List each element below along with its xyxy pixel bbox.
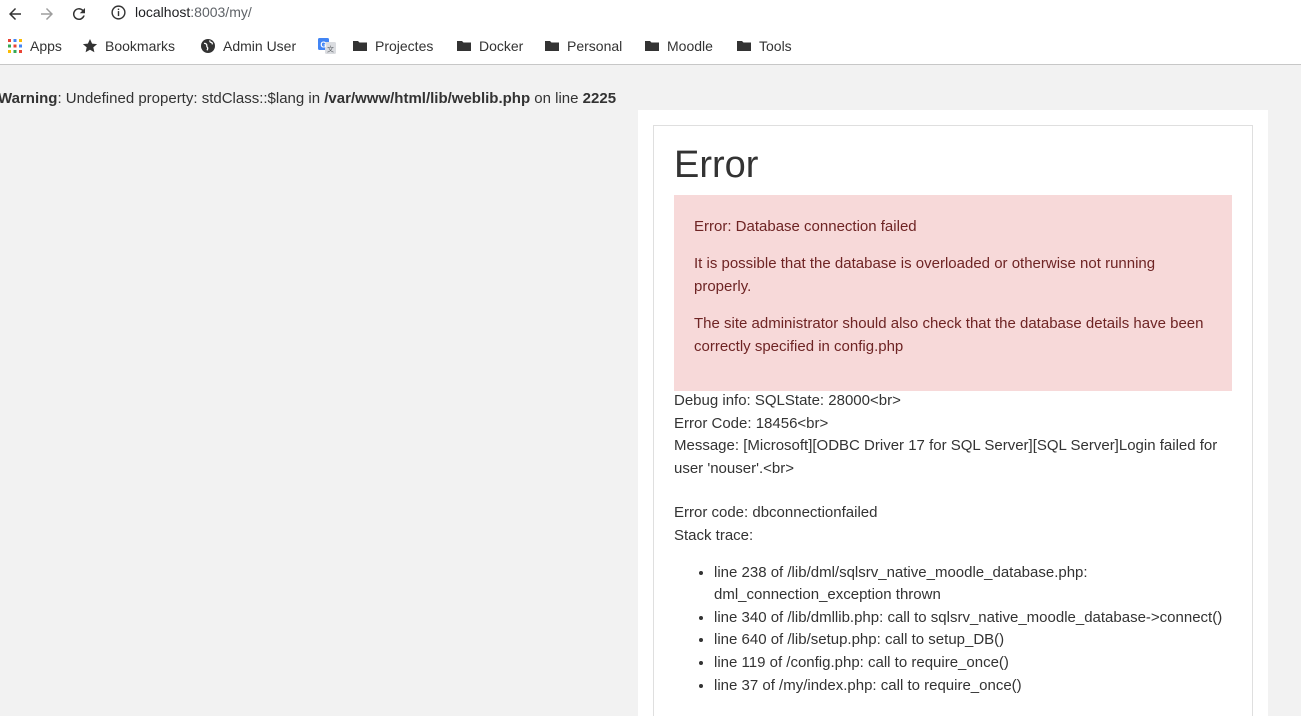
bookmark-folder-moodle[interactable]: Moodle — [644, 36, 713, 56]
folder-icon — [353, 41, 367, 51]
alert-message: Error: Database connection failed — [694, 218, 917, 235]
svg-text:文: 文 — [327, 45, 334, 54]
debug-line: Error Code: 18456<br> — [674, 414, 829, 432]
url-path: :8003/my/ — [190, 4, 252, 20]
alert-message: The site administrator should also check… — [694, 315, 1204, 355]
stack-trace-item: line 119 of /config.php: call to require… — [714, 652, 1234, 675]
bookmark-label: Docker — [479, 38, 524, 54]
bookmark-folder-tools[interactable]: Tools — [736, 36, 792, 56]
bookmark-label: Personal — [567, 38, 623, 54]
bookmark-folder-personal[interactable]: Personal — [544, 36, 622, 56]
php-warning: Warning: Undefined property: stdClass::$… — [0, 90, 616, 107]
folder-icon — [645, 41, 659, 51]
address-bar[interactable]: localhost:8003/my/ — [102, 0, 1301, 26]
bookmark-label: Projectes — [375, 38, 434, 54]
warning-text: : Undefined property: stdClass::$lang in — [57, 90, 325, 107]
stack-trace-item: line 37 of /my/index.php: call to requir… — [714, 675, 1234, 698]
bookmark-folder-docker[interactable]: Docker — [456, 36, 523, 56]
bookmark-label: Admin User — [223, 38, 297, 54]
reload-button[interactable] — [68, 3, 90, 25]
star-icon — [82, 39, 98, 53]
error-title: Error — [674, 144, 759, 186]
debug-line: Debug info: SQLState: 28000<br> — [674, 392, 901, 409]
info-icon[interactable] — [110, 4, 127, 21]
debug-spacer — [674, 480, 1234, 502]
apps-grid-icon — [8, 39, 22, 53]
stack-trace-item: line 340 of /lib/dmllib.php: call to sql… — [714, 607, 1234, 630]
svg-text:G: G — [320, 41, 326, 50]
error-code: Error code: dbconnectionfailed — [674, 504, 878, 522]
stack-trace-label: Stack trace: — [674, 526, 754, 544]
bookmark-folder-projectes[interactable]: Projectes — [352, 36, 433, 56]
url-text[interactable]: localhost:8003/my/ — [135, 4, 252, 20]
stack-trace-list: line 238 of /lib/dml/sqlsrv_native_moodl… — [674, 562, 1234, 698]
browser-toolbar: localhost:8003/my/ — [0, 0, 1301, 27]
warning-line-number: 2225 — [582, 90, 617, 107]
bookmark-apps[interactable]: Apps — [7, 36, 62, 56]
folder-icon — [737, 41, 751, 51]
bookmarks-bar: Apps Bookmarks Admin User G 文 Projectes … — [0, 27, 1301, 65]
url-host: localhost — [135, 4, 191, 20]
alert-message: It is possible that the database is over… — [694, 255, 1156, 295]
bookmark-google-translate[interactable]: G 文 — [318, 36, 343, 56]
globe-icon — [201, 39, 215, 53]
google-translate-icon: G 文 — [318, 38, 336, 54]
error-card: Error Error: Database connection failed … — [653, 125, 1253, 716]
bookmark-label: Apps — [30, 38, 62, 54]
arrow-left-icon — [9, 8, 21, 20]
bookmark-label: Bookmarks — [105, 38, 176, 54]
forward-button[interactable] — [36, 3, 58, 25]
back-button[interactable] — [4, 3, 26, 25]
debug-info: Debug info: SQLState: 28000<br> Error Co… — [674, 390, 1234, 697]
arrow-right-icon — [41, 8, 53, 20]
bookmark-label: Moodle — [667, 38, 713, 54]
warning-on-line: on line — [530, 90, 583, 107]
warning-label: Warning — [0, 90, 58, 107]
bookmark-label: Tools — [759, 38, 792, 54]
bookmark-admin-user[interactable]: Admin User — [200, 36, 296, 56]
stack-trace-item: line 238 of /lib/dml/sqlsrv_native_moodl… — [714, 562, 1234, 607]
reload-icon — [72, 8, 85, 21]
warning-file: /var/www/html/lib/weblib.php — [324, 90, 531, 107]
error-alert: Error: Database connection failed It is … — [674, 195, 1232, 391]
bookmark-bookmarks[interactable]: Bookmarks — [82, 36, 175, 56]
folder-icon — [457, 41, 471, 51]
folder-icon — [545, 41, 559, 51]
stack-trace-item: line 640 of /lib/setup.php: call to setu… — [714, 629, 1234, 652]
debug-line: Message: [Microsoft][ODBC Driver 17 for … — [674, 437, 1218, 477]
page-panel: Error Error: Database connection failed … — [638, 110, 1268, 716]
